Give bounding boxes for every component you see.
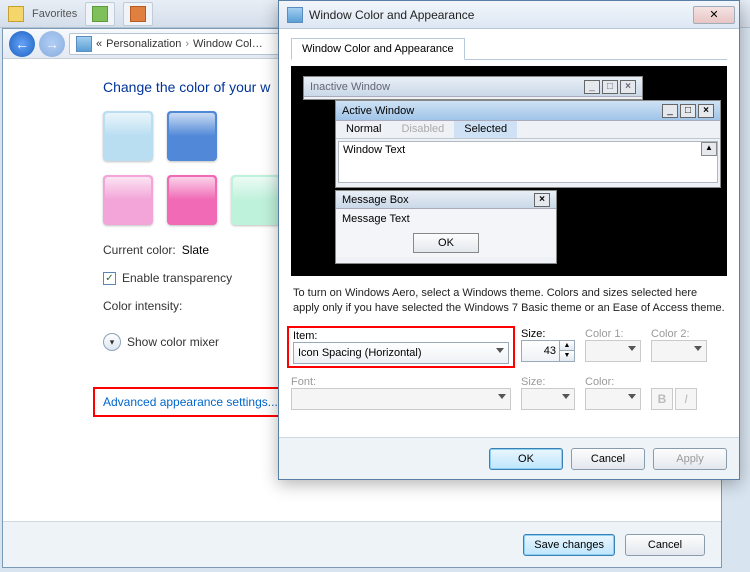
bold-button: B: [651, 388, 673, 410]
preview-inactive-window: Inactive Window _ □ ×: [303, 76, 643, 100]
preview-active-title: Active Window: [342, 105, 414, 117]
preview-inactive-title: Inactive Window: [310, 81, 390, 93]
menu-normal: Normal: [336, 121, 391, 138]
background-tab[interactable]: [85, 2, 115, 26]
mixer-label[interactable]: Show color mixer: [127, 335, 219, 349]
breadcrumb-root: «: [96, 38, 102, 50]
size-input[interactable]: [526, 345, 556, 357]
breadcrumb-item[interactable]: Window Col…: [193, 38, 263, 50]
close-icon: ×: [534, 193, 550, 207]
color2-label: Color 2:: [651, 328, 707, 340]
color-swatch[interactable]: [103, 175, 153, 225]
monitor-icon: [76, 36, 92, 52]
msgbox-text: Message Text: [336, 209, 556, 229]
color2-button: [651, 340, 707, 362]
close-button[interactable]: ✕: [693, 6, 735, 24]
preview-active-window: Active Window _ □ × Normal Disabled Sele…: [335, 100, 721, 188]
font-form-row: Font: Size: Color: B I: [291, 376, 727, 410]
msgbox-title: Message Box: [342, 194, 409, 206]
minimize-icon: _: [584, 80, 600, 94]
preview-menu: Normal Disabled Selected: [336, 121, 720, 139]
font-size-select: [521, 388, 575, 410]
cancel-button[interactable]: Cancel: [625, 534, 705, 556]
star-icon: [8, 6, 24, 22]
ok-button[interactable]: OK: [489, 448, 563, 470]
dialog-titlebar: Window Color and Appearance ✕: [279, 1, 739, 29]
item-label: Item:: [293, 330, 317, 342]
appearance-dialog: Window Color and Appearance ✕ Window Col…: [278, 0, 740, 480]
font-color-button: [585, 388, 641, 410]
menu-selected: Selected: [454, 121, 517, 138]
cancel-button[interactable]: Cancel: [571, 448, 645, 470]
tab-appearance[interactable]: Window Color and Appearance: [291, 38, 465, 60]
font-select: [291, 388, 511, 410]
color-swatch[interactable]: [167, 175, 217, 225]
apply-button[interactable]: Apply: [653, 448, 727, 470]
color-swatch[interactable]: [231, 175, 281, 225]
favorites-label: Favorites: [32, 8, 77, 20]
dialog-footer: OK Cancel Apply: [279, 437, 739, 479]
item-select[interactable]: Icon Spacing (Horizontal): [293, 342, 509, 364]
background-tab[interactable]: [123, 2, 153, 26]
spin-down-icon[interactable]: ▼: [559, 351, 574, 361]
save-changes-button[interactable]: Save changes: [523, 534, 615, 556]
color-swatch[interactable]: [103, 111, 153, 161]
font-color-label: Color:: [585, 376, 641, 388]
window-text: Window Text: [343, 144, 405, 156]
spin-up-icon[interactable]: ▲: [559, 341, 574, 352]
size-label: Size:: [521, 328, 575, 340]
menu-disabled: Disabled: [391, 121, 454, 138]
close-icon: ×: [620, 80, 636, 94]
page-footer: Save changes Cancel: [3, 521, 721, 567]
scroll-up-icon: ▲: [701, 142, 717, 156]
forward-button[interactable]: →: [39, 31, 65, 57]
intensity-label: Color intensity:: [103, 299, 182, 313]
color-swatch[interactable]: [167, 111, 217, 161]
color1-button: [585, 340, 641, 362]
aero-hint-text: To turn on Windows Aero, select a Window…: [293, 286, 725, 316]
color1-label: Color 1:: [585, 328, 641, 340]
size-spinner[interactable]: ▲▼: [521, 340, 575, 362]
chevron-down-icon[interactable]: ▾: [103, 333, 121, 351]
msgbox-ok-button: OK: [413, 233, 479, 253]
transparency-checkbox[interactable]: ✓: [103, 272, 116, 285]
current-color-label: Current color:: [103, 243, 176, 257]
minimize-icon: _: [662, 104, 678, 118]
preview-message-box: Message Box × Message Text OK: [335, 190, 557, 264]
appearance-preview: Inactive Window _ □ × Active Window _ □ …: [291, 66, 727, 276]
item-select-value: Icon Spacing (Horizontal): [298, 347, 422, 359]
font-size-label: Size:: [521, 376, 575, 388]
preview-textarea: Window Text ▲: [338, 141, 718, 183]
back-button[interactable]: ←: [9, 31, 35, 57]
breadcrumb-item[interactable]: Personalization: [106, 38, 181, 50]
chevron-right-icon: ›: [185, 38, 189, 50]
dialog-tabstrip: Window Color and Appearance: [291, 37, 727, 60]
chevron-down-icon: [496, 348, 504, 353]
item-form-row: Item: Icon Spacing (Horizontal) Size: ▲▼…: [291, 328, 727, 366]
close-icon: ×: [698, 104, 714, 118]
current-color-value: Slate: [182, 243, 209, 257]
maximize-icon: □: [602, 80, 618, 94]
font-label: Font:: [291, 376, 511, 388]
dialog-title: Window Color and Appearance: [309, 8, 693, 22]
maximize-icon: □: [680, 104, 696, 118]
transparency-label: Enable transparency: [122, 271, 232, 285]
advanced-appearance-link[interactable]: Advanced appearance settings...: [103, 395, 278, 409]
monitor-icon: [287, 7, 303, 23]
italic-button: I: [675, 388, 697, 410]
